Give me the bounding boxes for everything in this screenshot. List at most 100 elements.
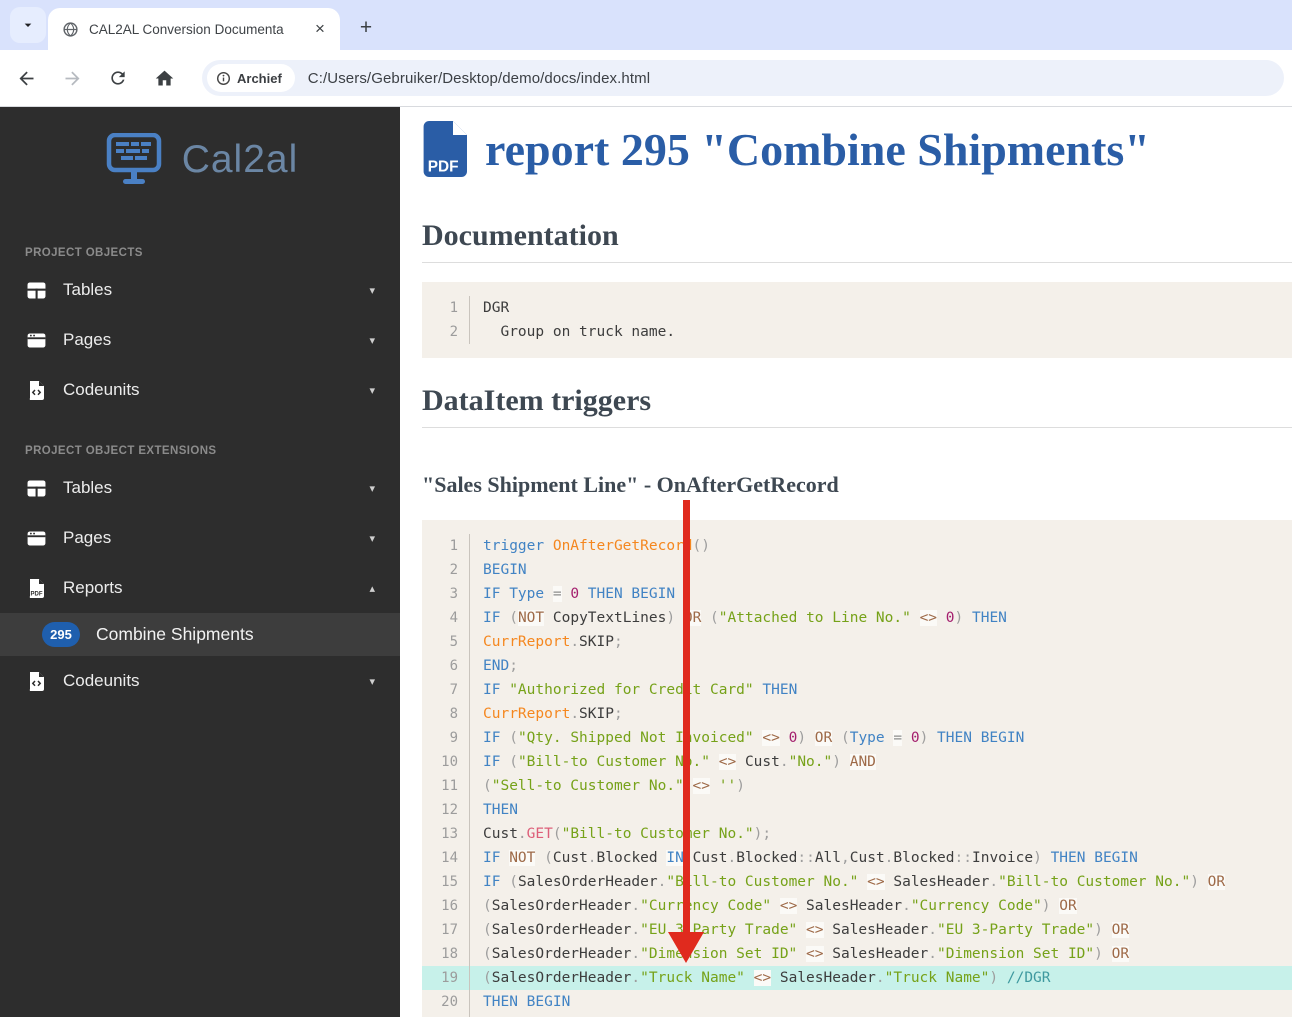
url-text: C:/Users/Gebruiker/Desktop/demo/docs/ind… [308,70,650,87]
site-badge-label: Archief [237,71,282,86]
home-button[interactable] [144,58,184,98]
sidebar-item-label: Tables [63,280,112,300]
logo-text: Cal2al [182,138,299,182]
caret-up-icon: ▴ [369,582,375,595]
code-line: 8CurrReport.SKIP; [422,702,1292,726]
code-text: THEN [470,798,518,822]
browser-tab[interactable]: CAL2AL Conversion Documenta × [48,8,340,50]
trigger-heading: "Sales Shipment Line" - OnAfterGetRecord [422,472,1292,498]
tab-close-icon[interactable]: × [310,19,330,39]
forward-button[interactable] [52,58,92,98]
tab-title: CAL2AL Conversion Documenta [89,22,285,37]
code-text: Cust.GET("Bill-to Customer No."); [470,822,771,846]
code-text: IF Type = 0 THEN BEGIN [470,582,675,606]
sidebar-item-pages[interactable]: Pages▾ [0,513,400,563]
line-number: 1 [422,534,470,558]
back-button[interactable] [6,58,46,98]
sidebar-item-label: Pages [63,528,111,548]
code-line: 17(SalesOrderHeader."EU 3-Party Trade" <… [422,918,1292,942]
code-line: 13Cust.GET("Bill-to Customer No."); [422,822,1292,846]
page-title: report 295 "Combine Shipments" [485,123,1150,176]
tab-search-button[interactable] [10,7,46,43]
sidebar-item-tables[interactable]: Tables ▾ [0,265,400,315]
caret-down-icon: ▾ [369,284,375,297]
code-line: 14IF NOT (Cust.Blocked IN Cust.Blocked::… [422,846,1292,870]
caret-down-icon: ▾ [369,675,375,688]
page-icon [25,531,47,546]
address-bar[interactable]: Archief C:/Users/Gebruiker/Desktop/demo/… [202,60,1284,96]
sidebar-item-pages[interactable]: Pages ▾ [0,315,400,365]
sidebar-subitem-combine-shipments[interactable]: 295 Combine Shipments [0,613,400,656]
code-file-icon [25,672,47,691]
line-number: 17 [422,918,470,942]
code-line: 16(SalesOrderHeader."Currency Code" <> S… [422,894,1292,918]
code-line: 7IF "Authorized for Credit Card" THEN [422,678,1292,702]
sidebar-item-codeunits[interactable]: Codeunits ▾ [0,365,400,415]
code-text: END; [470,654,518,678]
monitor-logo-icon [102,133,166,187]
line-number: 5 [422,630,470,654]
code-line: 6END; [422,654,1292,678]
sidebar-item-codeunits[interactable]: Codeunits ▾ [0,656,400,706]
section-heading-dataitem-triggers: DataItem triggers [422,384,1292,428]
code-text: CurrReport.SKIP; [470,630,623,654]
new-tab-button[interactable]: + [352,14,380,42]
code-line: 11("Sell-to Customer No." <> '') [422,774,1292,798]
caret-down-icon: ▾ [369,482,375,495]
object-id-badge: 295 [42,622,80,647]
forward-arrow-icon [62,68,83,89]
page-icon [25,333,47,348]
code-line: 1DGR [422,296,1292,320]
sidebar-item-label: Codeunits [63,671,140,691]
globe-icon [62,21,79,38]
trigger-code-block: 1trigger OnAfterGetRecord()2BEGIN3IF Typ… [422,520,1292,1017]
code-text: (SalesOrderHeader."EU 3-Party Trade" <> … [470,918,1129,942]
line-number: 14 [422,846,470,870]
code-text: IF "Authorized for Credit Card" THEN [470,678,797,702]
caret-down-icon: ▾ [369,384,375,397]
main-content: PDF report 295 "Combine Shipments" Docum… [400,107,1292,1017]
line-number: 9 [422,726,470,750]
sidebar-item-label: Codeunits [63,380,140,400]
code-text: IF ("Qty. Shipped Not Invoiced" <> 0) OR… [470,726,1024,750]
code-text: (SalesOrderHeader."Dimension Set ID" <> … [470,942,1129,966]
sidebar: Cal2al PROJECT OBJECTSTables▾Pages▾Codeu… [0,107,400,1017]
line-number: 3 [422,582,470,606]
sidebar-item-label: Reports [63,578,123,598]
table-icon [25,480,47,497]
code-text: IF (NOT CopyTextLines) OR ("Attached to … [470,606,1007,630]
reload-button[interactable] [98,58,138,98]
site-info-chip[interactable]: Archief [207,64,295,92]
section-heading-documentation: Documentation [422,219,1292,263]
home-icon [154,68,175,89]
code-line: 20THEN BEGIN [422,990,1292,1014]
caret-down-icon: ▾ [369,334,375,347]
code-text: IF ("Bill-to Customer No." <> Cust."No."… [470,750,876,774]
line-number: 20 [422,990,470,1014]
code-text: ("Sell-to Customer No." <> '') [470,774,745,798]
sidebar-subitem-label: Combine Shipments [96,624,254,645]
code-line: 3IF Type = 0 THEN BEGIN [422,582,1292,606]
app-logo[interactable]: Cal2al [0,107,400,217]
browser-toolbar: Archief C:/Users/Gebruiker/Desktop/demo/… [0,50,1292,107]
code-line: 4IF (NOT CopyTextLines) OR ("Attached to… [422,606,1292,630]
code-line: 5CurrReport.SKIP; [422,630,1292,654]
line-number: 8 [422,702,470,726]
code-text: THEN BEGIN [470,990,570,1014]
line-number: 11 [422,774,470,798]
sidebar-item-label: Pages [63,330,111,350]
chevron-down-icon [20,17,36,33]
code-text: Group on truck name. [470,320,675,344]
sidebar-item-reports[interactable]: PDFReports▴ [0,563,400,613]
line-number: 12 [422,798,470,822]
line-number: 6 [422,654,470,678]
browser-chrome: CAL2AL Conversion Documenta × + Archief [0,0,1292,107]
documentation-code-block: 1DGR2 Group on truck name. [422,282,1292,358]
code-text: IF (SalesOrderHeader."Bill-to Customer N… [470,870,1225,894]
sidebar-item-tables[interactable]: Tables▾ [0,463,400,513]
line-number: 16 [422,894,470,918]
code-text: DGR [470,296,509,320]
line-number: 7 [422,678,470,702]
code-text: IF NOT (Cust.Blocked IN Cust.Blocked::Al… [470,846,1138,870]
code-text: (SalesOrderHeader."Currency Code" <> Sal… [470,894,1077,918]
